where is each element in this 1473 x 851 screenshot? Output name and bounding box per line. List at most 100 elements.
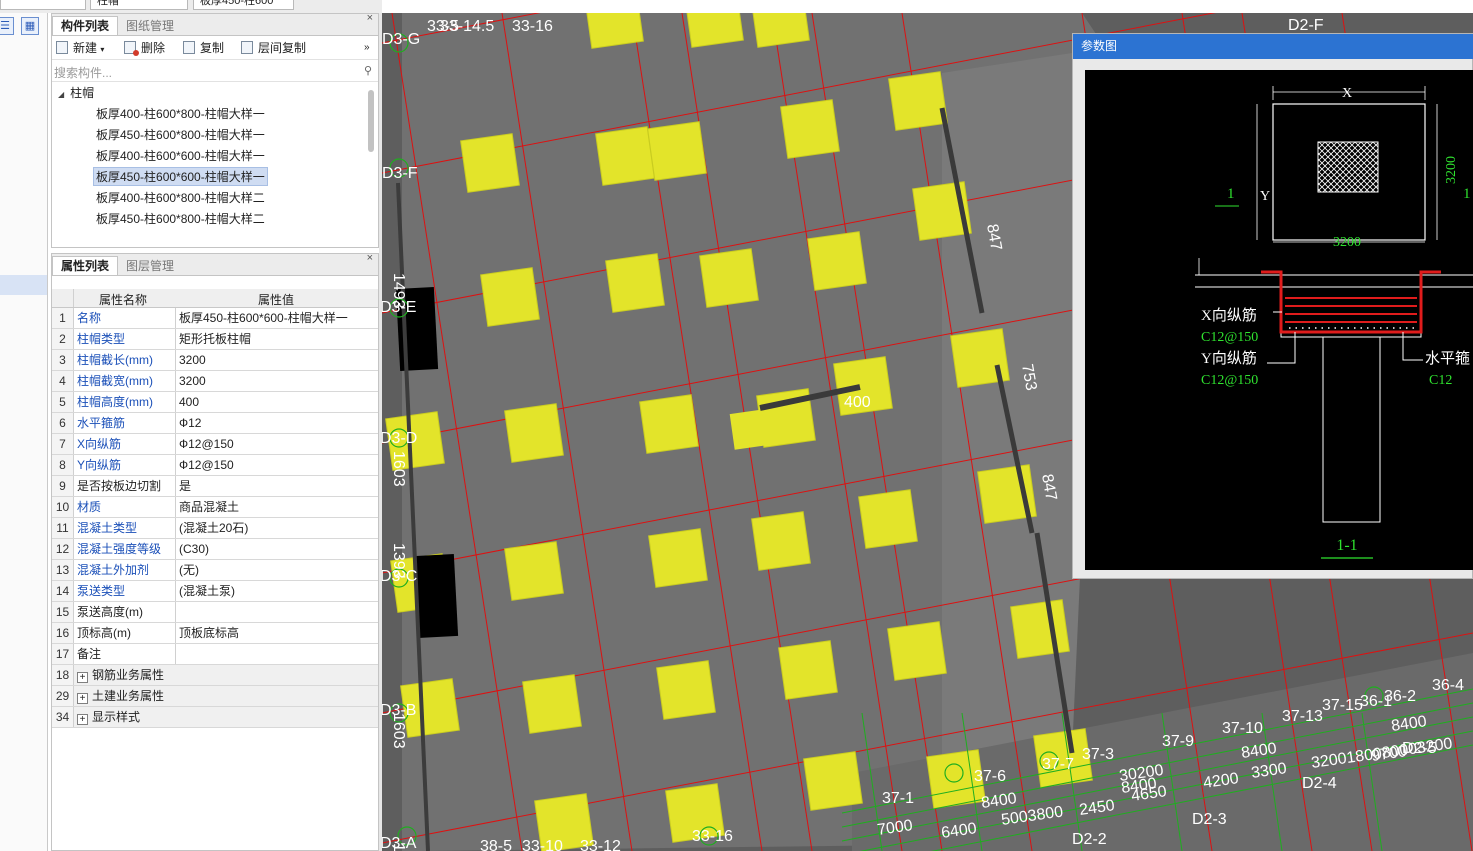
close-icon[interactable]: × [367,252,373,264]
column-cap [639,394,699,454]
column-cap [647,121,707,181]
property-value[interactable]: (无) [175,560,378,580]
expand-icon[interactable]: + [77,714,88,725]
group-label: 钢筋业务属性 [92,668,165,682]
axis-label: 33-10 [522,838,563,851]
expand-icon[interactable]: + [77,672,88,683]
collapse-icon[interactable]: ◢ [58,90,64,99]
search-icon[interactable]: ⚲ [364,64,372,77]
grid-view-icon[interactable]: ▦ [21,17,39,35]
property-row[interactable]: 15 泵送高度(m) [52,602,378,623]
component-name-select[interactable]: 板厚450-柱600 [193,0,294,10]
close-icon[interactable]: × [367,12,373,24]
tree-item-selected[interactable]: 板厚450-柱600*600-柱帽大样一 [93,167,268,186]
component-type-select[interactable]: 柱帽 [90,0,188,10]
property-name: 柱帽截宽(mm) [77,374,153,388]
property-row[interactable]: 6 水平箍筋 Ф12 [52,413,378,434]
property-row[interactable]: 7 X向纵筋 Ф12@150 [52,434,378,455]
cap-detail-drawing: X 3200 Y 3200 1 1 X向纵筋 C12@150 Y向纵筋 C12@… [1195,86,1473,559]
property-value[interactable]: (C30) [175,539,378,559]
tree-item[interactable]: 板厚400-柱600*800-柱帽大样二 [96,189,265,208]
tab-component-list[interactable]: 构件列表 [52,16,119,35]
parameter-window-title[interactable]: 参数图 [1073,34,1473,59]
property-value[interactable]: 板厚450-柱600*600-柱帽大样一 [175,308,378,328]
delete-button[interactable]: 删除 [124,39,165,57]
chevron-down-icon[interactable]: ▾ [100,45,104,54]
property-name: 泵送类型 [77,584,126,598]
row-number: 4 [52,371,74,391]
dimension-text: 1603 [390,713,407,749]
property-row[interactable]: 13 混凝土外加剂 (无) [52,560,378,581]
property-value[interactable]: Ф12@150 [175,434,378,454]
property-value[interactable]: 矩形托板柱帽 [175,329,378,349]
property-row[interactable]: 14 泵送类型 (混凝土泵) [52,581,378,602]
row-number: 10 [52,497,74,517]
tree-item[interactable]: 板厚450-柱600*800-柱帽大样一 [96,126,265,145]
tab-drawing-management[interactable]: 图纸管理 [118,17,182,36]
property-row[interactable]: 1 名称 板厚450-柱600*600-柱帽大样一 [52,308,378,329]
floor-copy-button[interactable]: 层间复制 [241,39,306,57]
property-value[interactable]: Ф12 [175,413,378,433]
tree-root-label: 柱帽 [70,86,95,100]
property-value[interactable]: (混凝土泵) [175,581,378,601]
property-value[interactable]: 400 [175,392,378,412]
axis-label: 37-10 [1222,720,1263,737]
property-name: 柱帽高度(mm) [77,395,153,409]
new-button[interactable]: 新建 ▾ [56,39,104,57]
column-cap [504,541,564,601]
group-name: + 钢筋业务属性 [77,665,237,685]
nav-strip-selected-item[interactable] [0,275,47,295]
property-group[interactable]: 29 + 土建业务属性 [52,686,378,707]
property-value[interactable]: 是 [175,476,378,496]
property-row[interactable]: 16 顶标高(m) 顶板底标高 [52,623,378,644]
expand-icon[interactable]: + [77,693,88,704]
property-row[interactable]: 17 备注 [52,644,378,665]
property-value[interactable]: 3200 [175,371,378,391]
column-cap [803,751,863,811]
property-row[interactable]: 11 混凝土类型 (混凝土20石) [52,518,378,539]
tab-layer-management[interactable]: 图层管理 [118,257,182,276]
property-row[interactable]: 3 柱帽截长(mm) 3200 [52,350,378,371]
row-number: 5 [52,392,74,412]
tree-root[interactable]: ◢ 柱帽 [58,84,94,103]
property-row[interactable]: 10 材质 商品混凝土 [52,497,378,518]
component-search[interactable]: 搜索构件... ⚲ [52,60,378,82]
tree-scrollbar[interactable] [368,90,374,152]
property-row[interactable]: 8 Y向纵筋 Ф12@150 [52,455,378,476]
tree-item[interactable]: 板厚400-柱600*800-柱帽大样一 [96,105,265,124]
property-row[interactable]: 5 柱帽高度(mm) 400 [52,392,378,413]
opening [413,554,459,638]
property-group[interactable]: 34 + 显示样式 [52,707,378,728]
search-input[interactable]: 搜索构件... [54,64,112,81]
property-row[interactable]: 4 柱帽截宽(mm) 3200 [52,371,378,392]
tab-property-list[interactable]: 属性列表 [52,256,119,275]
property-value[interactable] [175,644,378,664]
property-value[interactable]: Ф12@150 [175,455,378,475]
group-name: + 土建业务属性 [77,686,237,706]
dimension-text: 1393 [390,543,407,579]
property-name: 材质 [77,500,102,514]
property-value[interactable]: 顶板底标高 [175,623,378,643]
tree-item[interactable]: 板厚400-柱600*600-柱帽大样一 [96,147,265,166]
property-row[interactable]: 9 是否按板边切割是 [52,476,378,497]
column-cap [807,231,867,291]
copy-icon [183,41,195,54]
property-value[interactable]: 商品混凝土 [175,497,378,517]
toolbar-field-blank[interactable] [0,0,86,10]
property-group[interactable]: 18 + 钢筋业务属性 [52,665,378,686]
section-mark-right: 1 [1463,186,1471,202]
property-row[interactable]: 12 混凝土强度等级 (C30) [52,539,378,560]
column-hatch [1318,142,1378,192]
property-value[interactable]: (混凝土20石) [175,518,378,538]
more-icon[interactable]: » [364,39,370,57]
list-view-icon[interactable]: ☰ [0,17,14,35]
tree-item[interactable]: 板厚450-柱600*800-柱帽大样二 [96,210,265,229]
parameter-drawing: X 3200 Y 3200 1 1 X向纵筋 C12@150 Y向纵筋 C12@… [1085,70,1473,570]
axis-label: 33-16 [512,18,553,35]
property-name: X向纵筋 [77,437,122,451]
property-value[interactable] [175,602,378,622]
copy-button[interactable]: 复制 [183,39,224,57]
property-row[interactable]: 2 柱帽类型 矩形托板柱帽 [52,329,378,350]
property-value[interactable]: 3200 [175,350,378,370]
column-cap [648,528,708,588]
